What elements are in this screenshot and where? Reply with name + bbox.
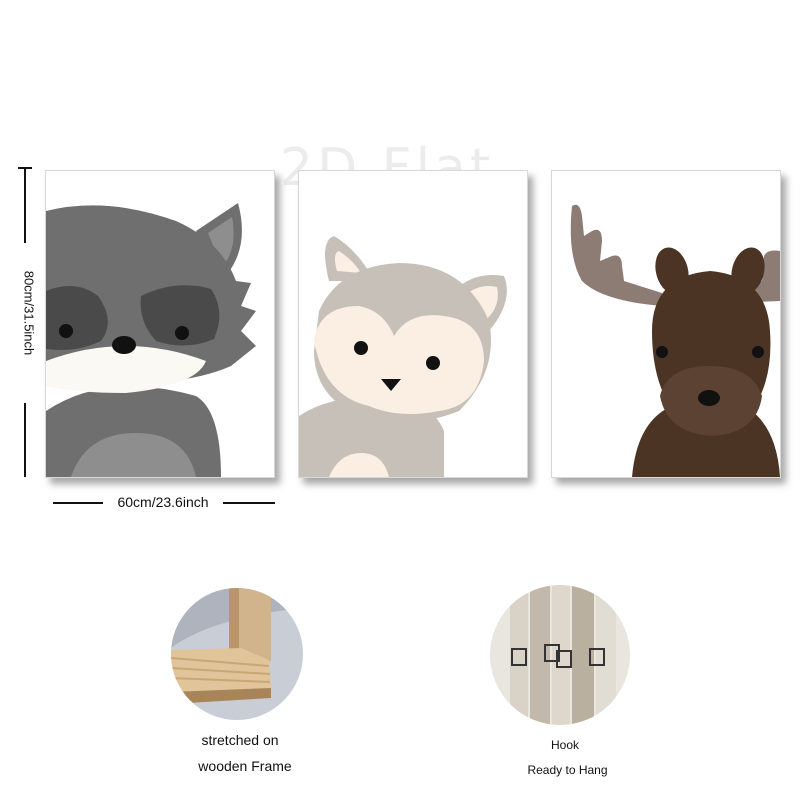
hook-detail-photo: [490, 585, 630, 725]
height-dimension-bottom-line: [24, 403, 26, 477]
frame-caption-line2: wooden Frame: [198, 758, 292, 774]
height-dimension-label-wrap: 80cm/31.5inch: [14, 248, 44, 378]
height-dimension-top-cap: [18, 167, 32, 169]
height-dimension-label: 80cm/31.5inch: [21, 270, 37, 356]
hook-caption-line1: Hook: [550, 738, 579, 752]
width-dimension-label: 60cm/23.6inch: [117, 494, 209, 510]
raccoon-illustration: [46, 203, 256, 477]
frame-caption-line1: stretched on: [201, 732, 279, 748]
raccoon-canvas-panel: [45, 170, 275, 478]
moose-illustration: [570, 204, 780, 477]
wooden-frame-illustration: [171, 588, 303, 720]
hook-caption-line2: Ready to Hang: [527, 763, 608, 777]
hook-illustration: [490, 585, 630, 725]
height-dimension-top-line: [24, 167, 26, 243]
moose-canvas-panel: [551, 170, 781, 478]
wooden-frame-detail-photo: [171, 588, 303, 720]
width-dimension-right-line: [223, 502, 275, 504]
width-dimension-left-line: [53, 502, 103, 504]
fox-illustration: [299, 236, 507, 477]
fox-canvas-panel: [298, 170, 528, 478]
